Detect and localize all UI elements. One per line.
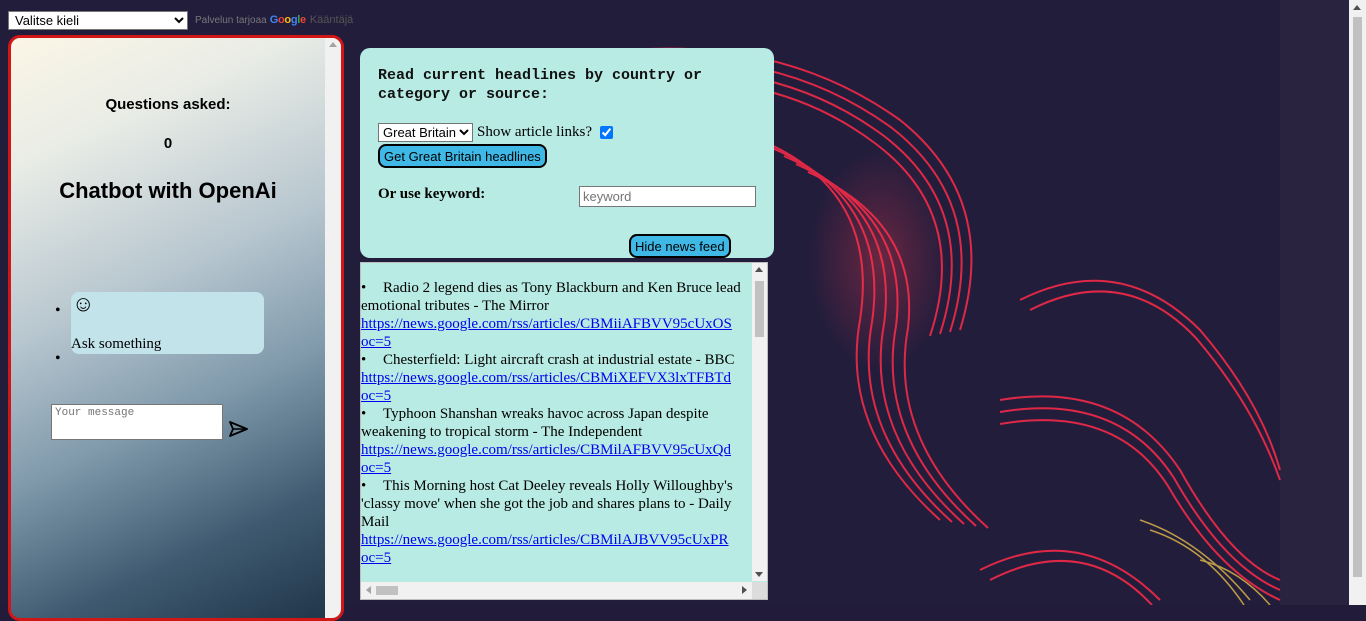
translate-bar: Valitse kieli Palvelun tarjoaa Google Kä… bbox=[8, 10, 353, 30]
scroll-down-arrow-icon[interactable] bbox=[755, 572, 763, 577]
headline-title: Chesterfield: Light aircraft crash at in… bbox=[361, 351, 751, 369]
scroll-up-arrow-icon[interactable] bbox=[755, 267, 763, 272]
country-select[interactable]: Great Britain bbox=[378, 123, 473, 142]
chat-message-empty bbox=[55, 350, 264, 380]
headline-title: Typhoon Shanshan wreaks havoc across Jap… bbox=[361, 405, 751, 441]
keyword-input[interactable] bbox=[579, 186, 756, 207]
page-scroll-thumb[interactable] bbox=[1353, 17, 1362, 577]
message-input[interactable] bbox=[51, 404, 223, 440]
scroll-up-arrow-icon[interactable] bbox=[1353, 5, 1361, 10]
headline-title: This Morning host Cat Deeley reveals Hol… bbox=[361, 477, 751, 531]
chat-messages: ☺ Ask something bbox=[55, 292, 264, 380]
chat-panel: Questions asked: 0 Chatbot with OpenAi ☺… bbox=[8, 35, 344, 621]
country-controls: Great Britain Show article links? bbox=[378, 123, 613, 142]
feed-hscroll-thumb[interactable] bbox=[376, 586, 398, 595]
chat-title: Chatbot with OpenAi bbox=[11, 175, 325, 207]
language-select[interactable]: Valitse kieli bbox=[8, 10, 188, 30]
hide-news-feed-button[interactable]: Hide news feed bbox=[629, 234, 731, 258]
greeting-text: Ask something bbox=[71, 336, 162, 352]
send-arrow-icon bbox=[229, 421, 248, 437]
feed-vertical-scrollbar[interactable] bbox=[752, 263, 767, 581]
google-logo: Google bbox=[269, 14, 306, 26]
questions-asked-label: Questions asked: bbox=[105, 96, 231, 113]
news-feed: Radio 2 legend dies as Tony Blackburn an… bbox=[360, 262, 768, 600]
page-scrollbar[interactable] bbox=[1349, 0, 1366, 605]
chat-message: ☺ Ask something bbox=[55, 292, 264, 354]
headline-link[interactable]: https://news.google.com/rss/articles/CBM… bbox=[361, 369, 751, 405]
feed-scroll-thumb[interactable] bbox=[755, 281, 764, 337]
show-links-label: Show article links? bbox=[477, 124, 592, 140]
chat-scrollbar[interactable] bbox=[325, 38, 341, 618]
send-button[interactable] bbox=[229, 418, 251, 440]
powered-by: Palvelun tarjoaa Google Kääntäjä bbox=[195, 14, 353, 26]
chat-title-text: Chatbot with OpenAi bbox=[59, 178, 277, 203]
headline-title: Radio 2 legend dies as Tony Blackburn an… bbox=[361, 279, 751, 315]
news-heading: Read current headlines by country or cat… bbox=[378, 67, 703, 103]
bot-bubble: ☺ Ask something bbox=[71, 292, 264, 354]
scroll-left-arrow-icon[interactable] bbox=[366, 586, 371, 594]
translate-link[interactable]: Kääntäjä bbox=[310, 14, 353, 26]
scrollbar-corner bbox=[752, 582, 767, 599]
get-headlines-button[interactable]: Get Great Britain headlines bbox=[378, 144, 547, 168]
feed-horizontal-scrollbar[interactable] bbox=[361, 582, 752, 599]
powered-by-label: Palvelun tarjoaa bbox=[195, 14, 267, 26]
news-controls-card: Read current headlines by country or cat… bbox=[360, 48, 774, 258]
headline-item: Chesterfield: Light aircraft crash at in… bbox=[361, 351, 751, 405]
headline-link[interactable]: https://news.google.com/rss/articles/CBM… bbox=[361, 441, 751, 477]
keyword-label: Or use keyword: bbox=[378, 186, 486, 202]
headline-link[interactable]: https://news.google.com/rss/articles/CBM… bbox=[361, 315, 751, 351]
headline-item: This Morning host Cat Deeley reveals Hol… bbox=[361, 477, 751, 567]
smiley-icon: ☺ bbox=[72, 291, 95, 316]
scroll-right-arrow-icon[interactable] bbox=[742, 586, 747, 594]
message-composer bbox=[51, 404, 251, 440]
show-links-checkbox[interactable] bbox=[599, 126, 613, 139]
headline-item: Typhoon Shanshan wreaks havoc across Jap… bbox=[361, 405, 751, 477]
scroll-up-arrow-icon[interactable] bbox=[329, 42, 337, 47]
questions-asked-count: 0 bbox=[163, 135, 173, 152]
headline-list: Radio 2 legend dies as Tony Blackburn an… bbox=[361, 279, 751, 567]
headline-link[interactable]: https://news.google.com/rss/articles/CBM… bbox=[361, 531, 751, 567]
headline-item: Radio 2 legend dies as Tony Blackburn an… bbox=[361, 279, 751, 351]
